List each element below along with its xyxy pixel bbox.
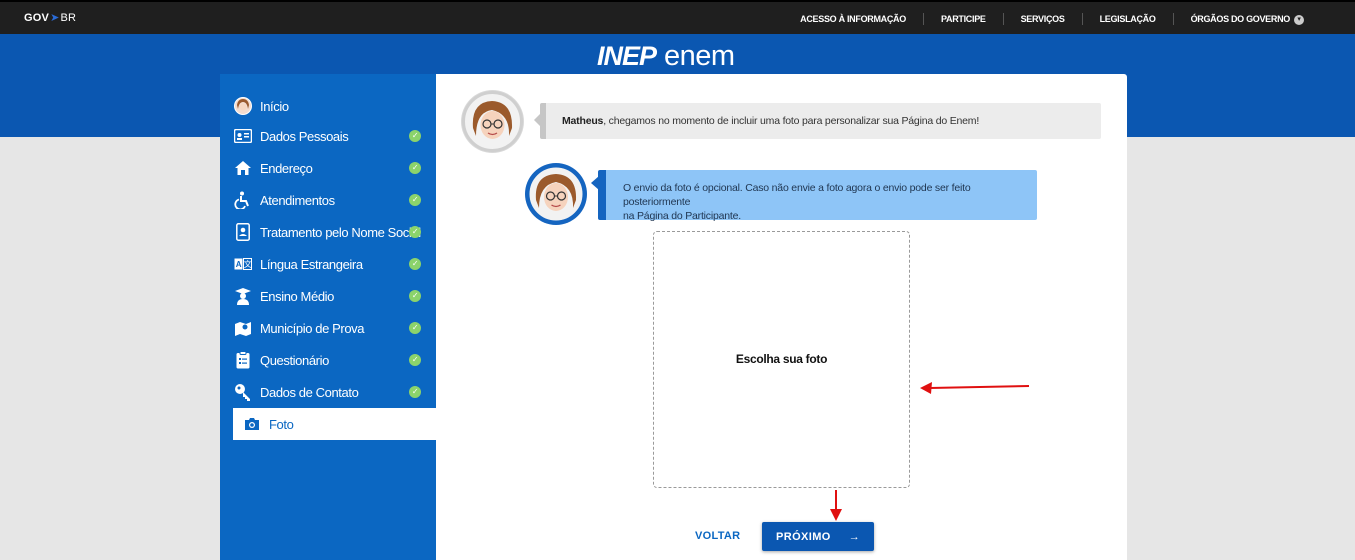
svg-text:A: A: [236, 260, 242, 269]
photo-upload-label: Escolha sua foto: [735, 351, 828, 366]
govnav-orgaos[interactable]: ÓRGÃOS DO GOVERNO ▾: [1172, 13, 1321, 25]
message-bubble-1: Matheus, chegamos no momento de incluir …: [534, 103, 1101, 139]
check-icon: ✓: [409, 322, 421, 334]
sidebar-item-questionario[interactable]: Questionário ✓: [220, 344, 436, 376]
check-icon: ✓: [409, 386, 421, 398]
photo-upload-dropzone[interactable]: Escolha sua foto: [653, 231, 910, 488]
logo-inep: INEP: [597, 41, 657, 71]
sidebar-item-nome-social[interactable]: Tratamento pelo Nome Social ✓: [220, 216, 436, 248]
sidebar-item-label: Ensino Médio: [260, 288, 334, 304]
sidebar-item-label: Dados de Contato: [260, 384, 359, 400]
sidebar-item-ensino-medio[interactable]: Ensino Médio ✓: [220, 280, 436, 312]
govnav-legislacao[interactable]: LEGISLAÇÃO: [1081, 13, 1173, 25]
translate-icon: A文: [230, 258, 256, 270]
sidebar-item-contato[interactable]: Dados de Contato ✓: [220, 376, 436, 408]
check-icon: ✓: [409, 130, 421, 142]
sidebar-item-label: Tratamento pelo Nome Social: [260, 224, 421, 240]
avatar-icon: [230, 97, 256, 115]
back-button[interactable]: VOLTAR: [695, 530, 740, 542]
next-button[interactable]: PRÓXIMO →: [762, 522, 874, 551]
govnav-servicos[interactable]: SERVIÇOS: [1002, 13, 1082, 25]
sidebar-item-label: Endereço: [260, 160, 313, 176]
govnav-acesso[interactable]: ACESSO À INFORMAÇÃO: [783, 13, 923, 25]
sidebar-item-label: Município de Prova: [260, 320, 365, 336]
message-2-line-1: O envio da foto é opcional. Caso não env…: [623, 182, 971, 208]
assistant-avatar-icon: [525, 163, 587, 225]
sidebar-item-atendimentos[interactable]: Atendimentos ✓: [220, 184, 436, 216]
sidebar-item-label: Dados Pessoais: [260, 128, 349, 144]
govbr-top-bar: GOV ➤ BR ACESSO À INFORMAÇÃO PARTICIPE S…: [0, 0, 1355, 34]
govbr-logo-br: BR: [60, 11, 77, 24]
logo-enem: enem: [664, 40, 735, 72]
check-icon: ✓: [409, 162, 421, 174]
check-icon: ✓: [409, 290, 421, 302]
chevron-down-icon: ▾: [1294, 14, 1304, 25]
check-icon: ✓: [409, 354, 421, 366]
check-icon: ✓: [409, 226, 421, 238]
bubble-tail: [591, 176, 599, 190]
govnav-participe[interactable]: PARTICIPE: [922, 13, 1003, 25]
sidebar-item-label: Questionário: [260, 352, 329, 368]
sidebar-item-label: Atendimentos: [260, 192, 335, 208]
accessibility-icon: [230, 191, 256, 209]
bubble-tail: [534, 113, 541, 127]
govbr-nav: ACESSO À INFORMAÇÃO PARTICIPE SERVIÇOS L…: [783, 13, 1321, 25]
graduate-icon: [230, 287, 256, 305]
home-icon: [230, 160, 256, 176]
arrow-right-icon: →: [848, 530, 861, 543]
assistant-avatar-icon: [461, 90, 524, 153]
sidebar-item-label: Língua Estrangeira: [260, 256, 363, 272]
id-card-icon: [230, 129, 256, 143]
sidebar-item-dados-pessoais[interactable]: Dados Pessoais ✓: [220, 120, 436, 152]
map-icon: [230, 319, 256, 337]
svg-text:文: 文: [244, 259, 252, 269]
badge-icon: [230, 223, 256, 241]
sidebar-item-foto[interactable]: Foto: [233, 408, 436, 440]
next-button-label: PRÓXIMO: [776, 530, 831, 543]
inep-enem-logo: INEP enem: [597, 40, 735, 73]
govbr-arrow-icon: ➤: [50, 12, 60, 24]
message-2-line-2: na Página do Participante.: [623, 210, 741, 222]
participant-name: Matheus: [562, 115, 604, 127]
sidebar-item-label: Foto: [269, 416, 294, 432]
sidebar-item-lingua[interactable]: A文 Língua Estrangeira ✓: [220, 248, 436, 280]
sidebar-item-endereco[interactable]: Endereço ✓: [220, 152, 436, 184]
sidebar: Início Dados Pessoais ✓ Endereço ✓ Atend…: [220, 74, 436, 560]
check-icon: ✓: [409, 258, 421, 270]
govnav-orgaos-label: ÓRGÃOS DO GOVERNO: [1190, 14, 1291, 24]
check-icon: ✓: [409, 194, 421, 206]
sidebar-item-municipio[interactable]: Município de Prova ✓: [220, 312, 436, 344]
govbr-logo-gov: GOV: [24, 11, 50, 24]
camera-icon: [239, 417, 265, 431]
sidebar-item-label: Início: [260, 98, 289, 114]
annotation-arrow-left-icon: [920, 382, 1030, 394]
key-icon: [230, 383, 256, 401]
annotation-arrow-down-icon: [830, 490, 842, 521]
message-1-text: , chegamos no momento de incluir uma fot…: [603, 115, 980, 127]
message-bubble-2: O envio da foto é opcional. Caso não env…: [591, 170, 1037, 222]
clipboard-icon: [230, 351, 256, 369]
sidebar-item-inicio[interactable]: Início: [220, 90, 436, 122]
govbr-logo[interactable]: GOV ➤ BR: [24, 11, 77, 25]
